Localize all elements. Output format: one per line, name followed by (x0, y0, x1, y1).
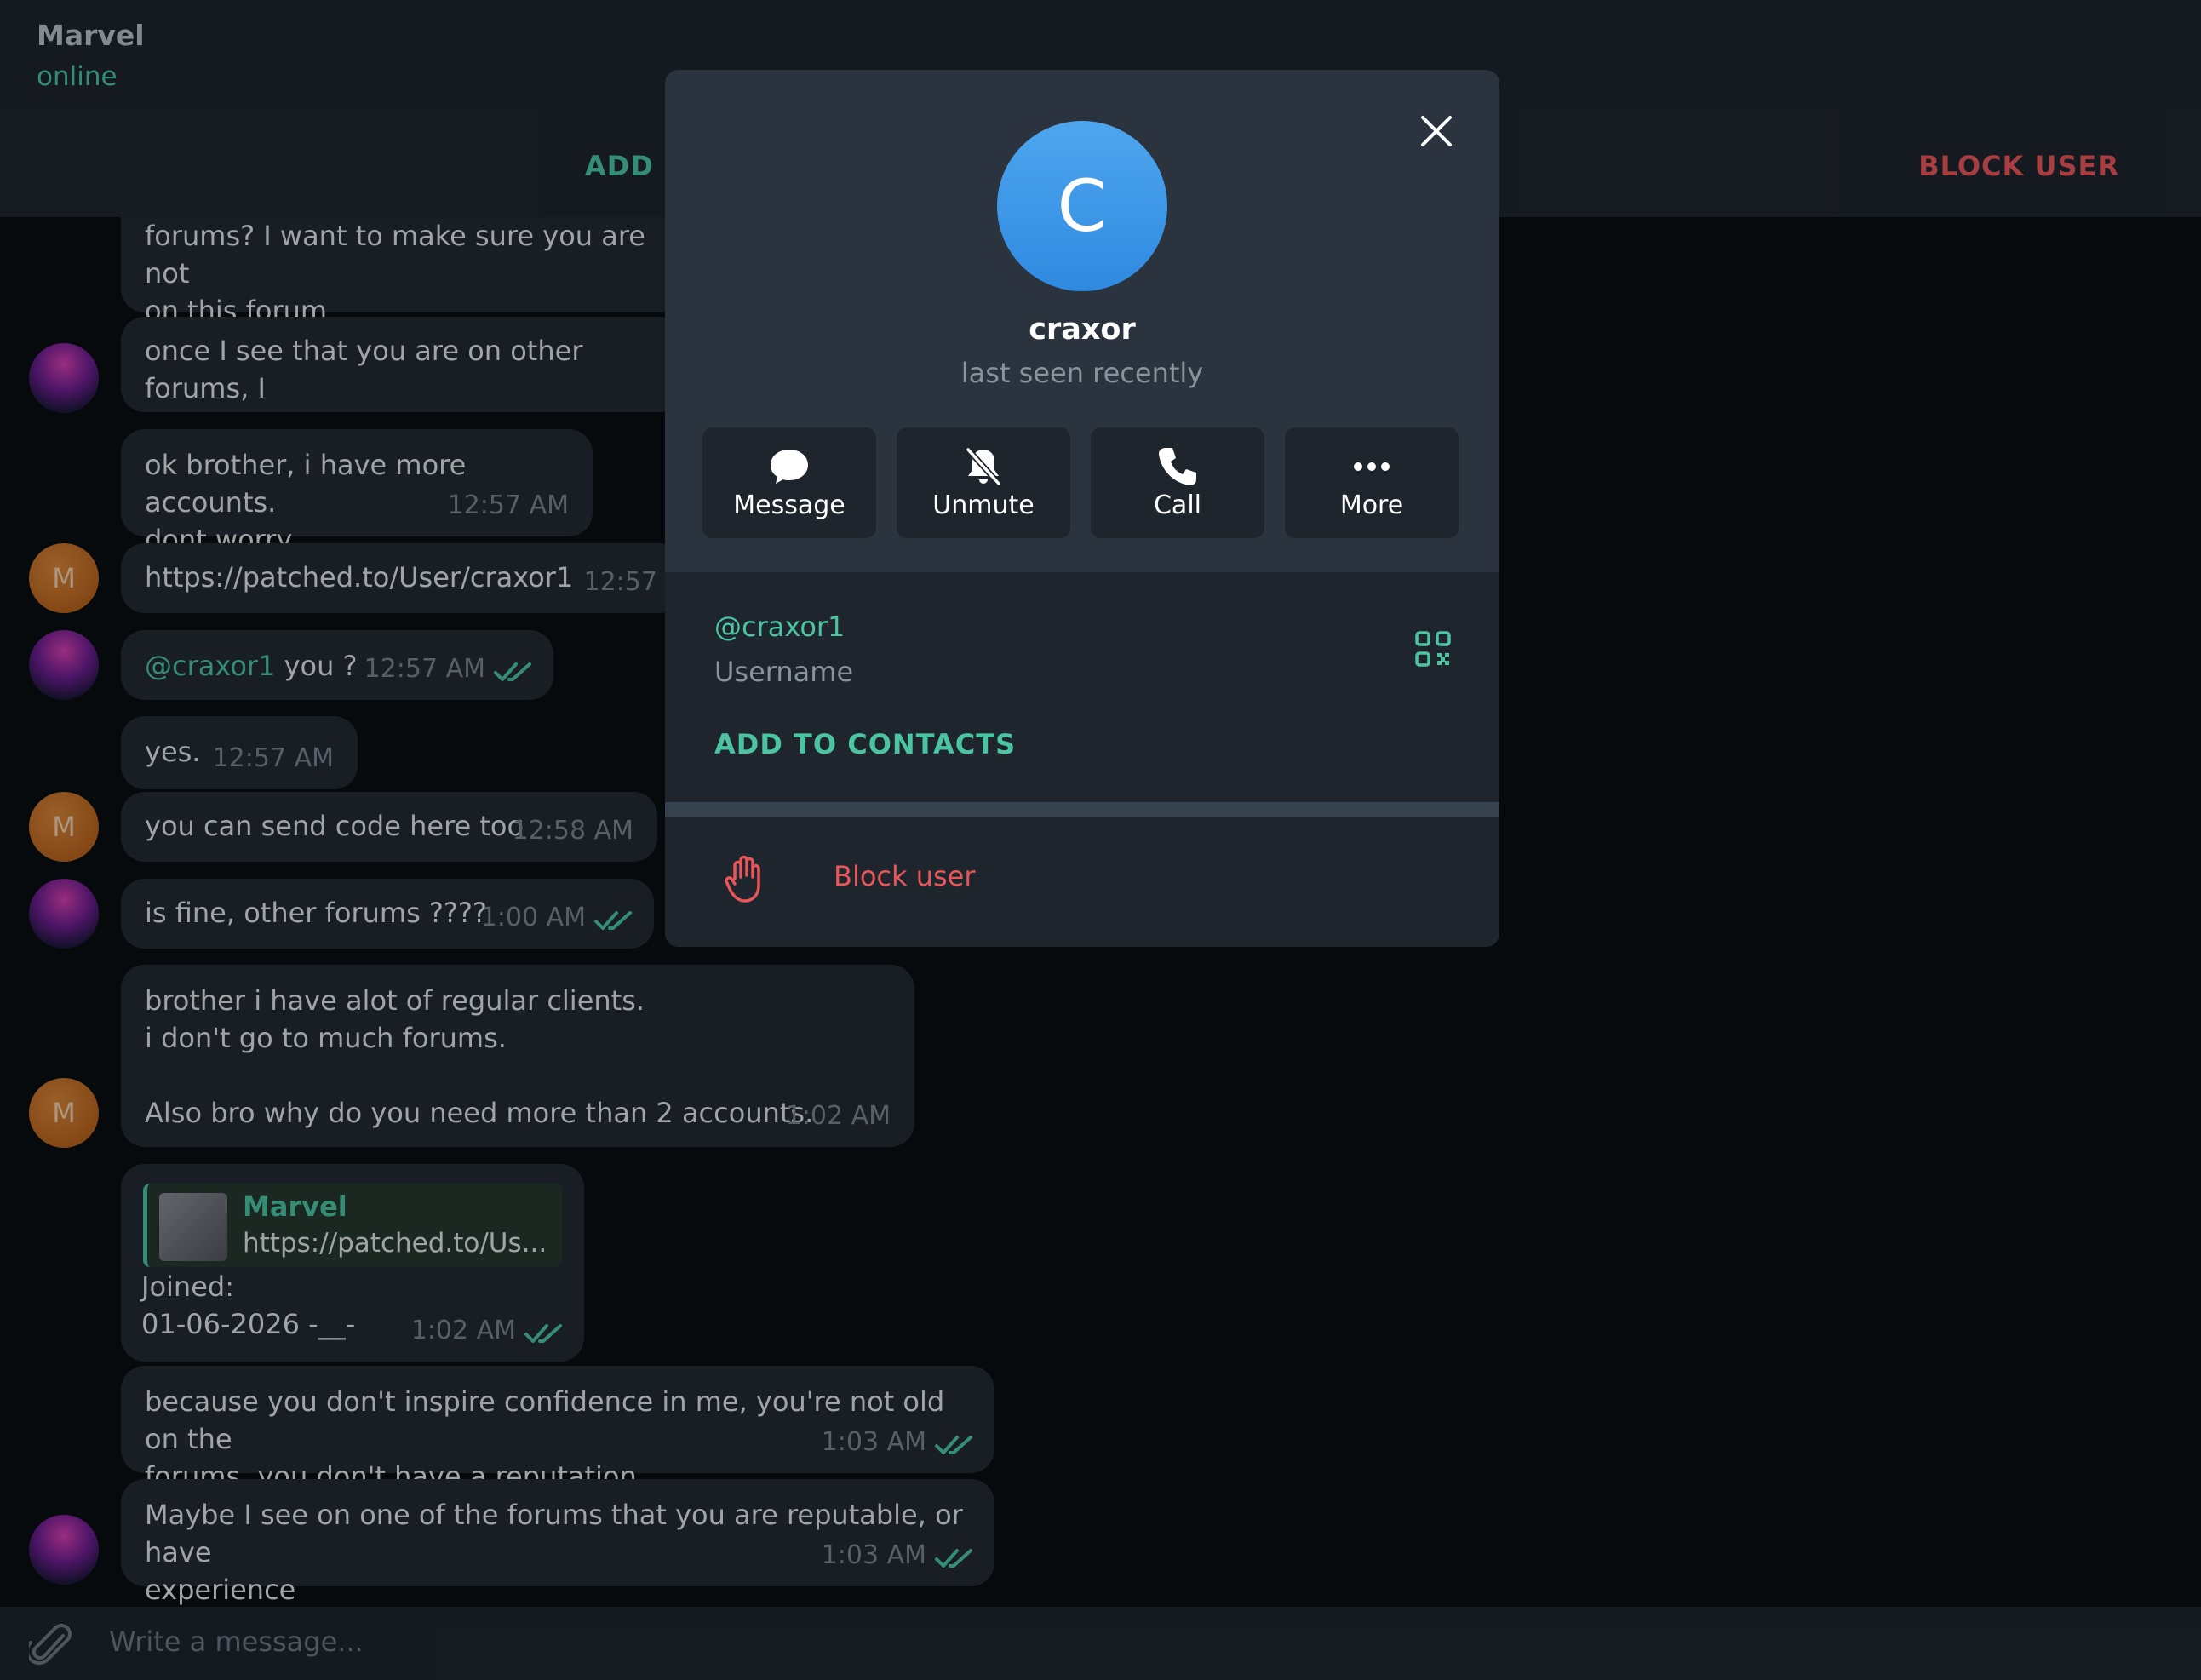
message-button-label: Message (733, 490, 845, 520)
call-button-label: Call (1153, 490, 1201, 520)
profile-avatar[interactable]: C (997, 121, 1167, 291)
block-user-label: Block user (834, 860, 976, 892)
bell-off-icon (966, 447, 1001, 486)
more-button-label: More (1339, 490, 1404, 520)
more-button[interactable]: More (1285, 427, 1459, 538)
more-dots-icon (1354, 462, 1390, 471)
username-value[interactable]: @craxor1 (714, 611, 845, 643)
profile-name: craxor (1029, 312, 1136, 347)
message-button[interactable]: Message (702, 427, 876, 538)
phone-icon (1159, 448, 1196, 485)
qr-code-icon[interactable] (1414, 630, 1452, 668)
block-user-row[interactable]: Block user (665, 817, 1499, 947)
unmute-button-label: Unmute (932, 490, 1035, 520)
call-button[interactable]: Call (1091, 427, 1264, 538)
chat-bubble-icon (771, 450, 808, 484)
close-icon[interactable] (1409, 104, 1464, 158)
section-divider (665, 802, 1499, 817)
user-profile-modal: C craxor last seen recently Message Unmu… (665, 70, 1499, 947)
username-label: Username (714, 656, 854, 688)
profile-status: last seen recently (960, 357, 1204, 389)
stop-hand-icon (725, 855, 760, 903)
unmute-button[interactable]: Unmute (897, 427, 1070, 538)
add-to-contacts-button[interactable]: ADD TO CONTACTS (714, 728, 1016, 760)
